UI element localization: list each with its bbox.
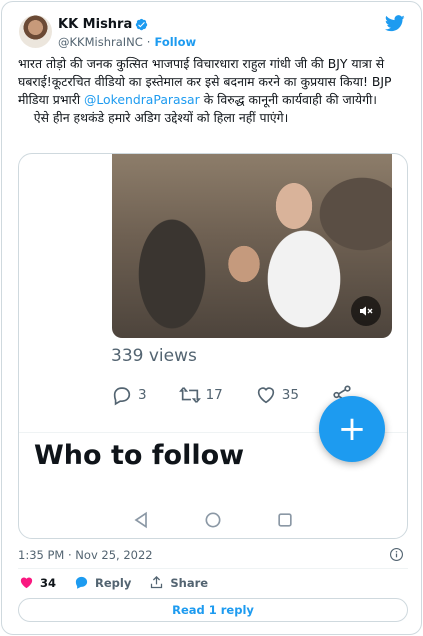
share-label: Share — [170, 575, 209, 590]
mute-icon[interactable] — [351, 296, 381, 326]
share-upload-icon — [151, 575, 163, 589]
read-reply-button[interactable]: Read 1 reply — [18, 598, 408, 622]
media-like-action[interactable]: 35 — [255, 384, 299, 406]
reply-icon — [113, 387, 131, 406]
video-thumbnail[interactable] — [112, 154, 392, 338]
author-name-row: KK Mishra — [58, 17, 148, 32]
tweet-action-bar: 34 Reply Share — [19, 575, 226, 590]
twitter-bird-icon[interactable] — [385, 15, 405, 32]
reply-action[interactable]: Reply — [74, 575, 131, 590]
who-to-follow-heading: Who to follow — [34, 440, 245, 471]
footer-divider — [18, 568, 408, 569]
tweet-text: भारत तोड़ो की जनक कुत्सित भाजपाई विचारधा… — [18, 55, 410, 127]
heart-outline-icon — [257, 387, 274, 404]
reply-label: Reply — [95, 575, 132, 590]
media-like-count: 35 — [281, 387, 299, 403]
speaker-muted-icon — [360, 306, 373, 316]
follow-button[interactable]: Follow — [154, 35, 196, 49]
media-reply-count: 3 — [138, 387, 147, 403]
author-handle-row: @KKMishraINC · Follow — [58, 35, 196, 49]
android-nav-bar — [19, 502, 407, 538]
like-count: 34 — [40, 575, 57, 590]
media-reply-action[interactable]: 3 — [111, 384, 147, 406]
like-action[interactable]: 34 — [19, 575, 56, 590]
media-retweet-action[interactable]: 17 — [178, 384, 223, 406]
recents-square-icon[interactable] — [275, 510, 295, 530]
mention-link[interactable]: @LokendraParasar — [84, 92, 200, 107]
reply-bubble-icon — [75, 576, 88, 589]
author-name[interactable]: KK Mishra — [58, 17, 132, 32]
view-count: 339 views — [111, 346, 197, 366]
author-handle[interactable]: @KKMishraINC — [58, 35, 143, 49]
share-action[interactable]: Share — [149, 575, 208, 590]
back-triangle-icon[interactable] — [131, 510, 151, 530]
media-retweet-count: 17 — [205, 387, 223, 403]
verified-badge-icon — [136, 18, 148, 31]
compose-fab-button[interactable]: + — [319, 396, 385, 462]
avatar[interactable] — [19, 15, 52, 48]
tweet-embed-card: KK Mishra @KKMishraINC · Follow भारत तोड… — [1, 1, 422, 635]
info-icon[interactable] — [389, 547, 404, 562]
retweet-icon — [178, 387, 201, 403]
heart-filled-icon — [20, 577, 33, 589]
tweet-timestamp[interactable]: 1:35 PM · Nov 25, 2022 — [18, 548, 153, 562]
home-circle-icon[interactable] — [203, 510, 223, 530]
embedded-screenshot-media[interactable]: 339 views 3 17 35 + Who to follow — [18, 153, 408, 539]
handle-separator: · — [146, 35, 151, 49]
